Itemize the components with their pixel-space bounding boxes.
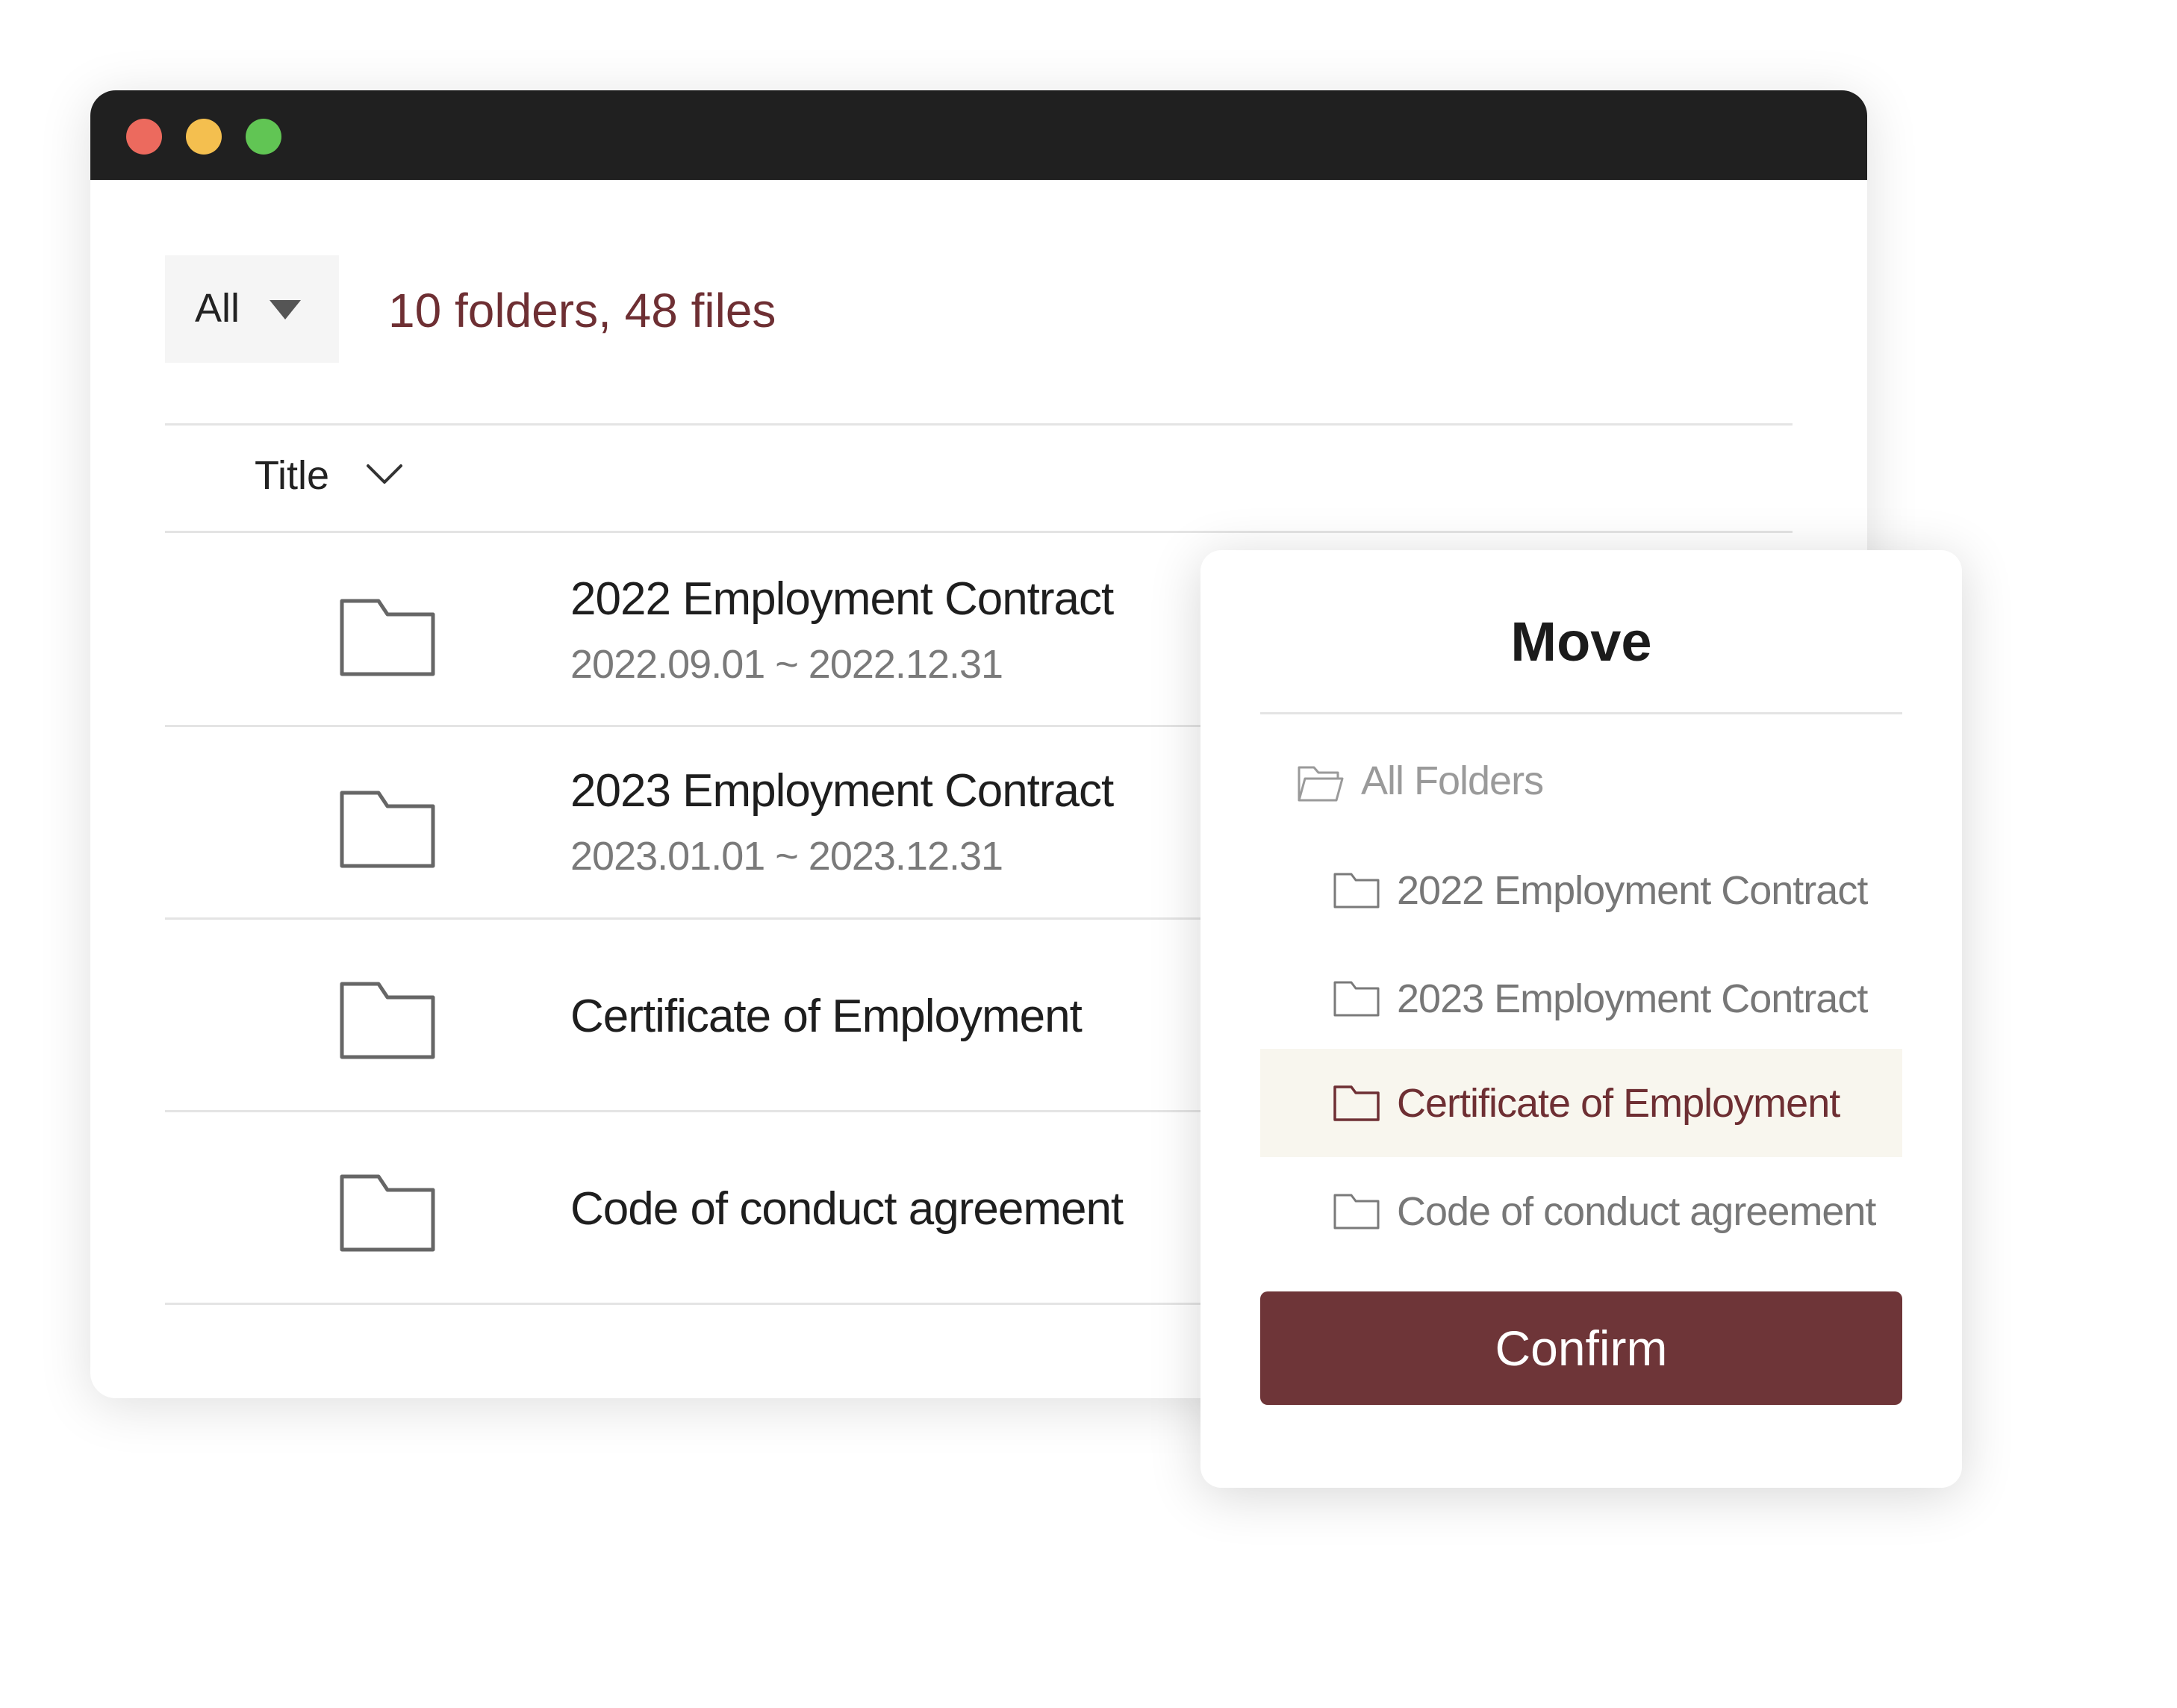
folder-tree-root[interactable]: All Folders <box>1260 728 1902 836</box>
folder-tree-item[interactable]: 2023 Employment Contract <box>1260 944 1902 1053</box>
folder-tree-item[interactable]: Code of conduct agreement <box>1260 1157 1902 1265</box>
folder-icon <box>340 1174 435 1252</box>
sort-label: Title <box>255 453 330 498</box>
window-titlebar <box>90 90 1867 180</box>
folder-icon <box>1333 1194 1380 1229</box>
confirm-button[interactable]: Confirm <box>1260 1291 1902 1405</box>
chevron-down-icon <box>367 464 402 484</box>
folder-icon <box>340 599 435 676</box>
folder-tree-label: 2022 Employment Contract <box>1397 868 1868 913</box>
divider <box>1260 712 1902 714</box>
folder-tree-item[interactable]: 2022 Employment Contract <box>1260 836 1902 944</box>
folder-tree-label: Code of conduct agreement <box>1397 1189 1876 1234</box>
caret-down-icon <box>270 300 301 320</box>
row-title: 2022 Employment Contract <box>570 573 1114 625</box>
folder-icon <box>1333 981 1380 1017</box>
open-folder-icon <box>1298 766 1344 802</box>
folder-icon <box>1333 1085 1380 1121</box>
filter-dropdown[interactable]: All <box>165 255 339 363</box>
minimize-window-button[interactable] <box>186 119 222 155</box>
folder-tree-label: 2023 Employment Contract <box>1397 976 1868 1021</box>
move-dialog: Move All Folders 2022 Employment Contrac… <box>1200 550 1962 1488</box>
row-date-range: 2023.01.01 ~ 2023.12.31 <box>570 834 1003 879</box>
divider <box>165 423 1793 426</box>
folder-icon <box>340 791 435 868</box>
folder-icon <box>1333 873 1380 908</box>
row-title: Code of conduct agreement <box>570 1183 1124 1235</box>
folder-tree-label: Certificate of Employment <box>1397 1081 1840 1126</box>
folder-file-count: 10 folders, 48 files <box>388 284 776 337</box>
folder-tree-label: All Folders <box>1361 758 1544 803</box>
row-date-range: 2022.09.01 ~ 2022.12.31 <box>570 642 1003 687</box>
folder-tree-item-selected[interactable]: Certificate of Employment <box>1260 1049 1902 1157</box>
row-title: 2023 Employment Contract <box>570 765 1114 817</box>
filter-dropdown-value: All <box>195 286 240 331</box>
zoom-window-button[interactable] <box>246 119 281 155</box>
dialog-title: Move <box>1510 611 1652 673</box>
row-title: Certificate of Employment <box>570 991 1083 1042</box>
folder-icon <box>340 982 435 1059</box>
close-window-button[interactable] <box>126 119 162 155</box>
